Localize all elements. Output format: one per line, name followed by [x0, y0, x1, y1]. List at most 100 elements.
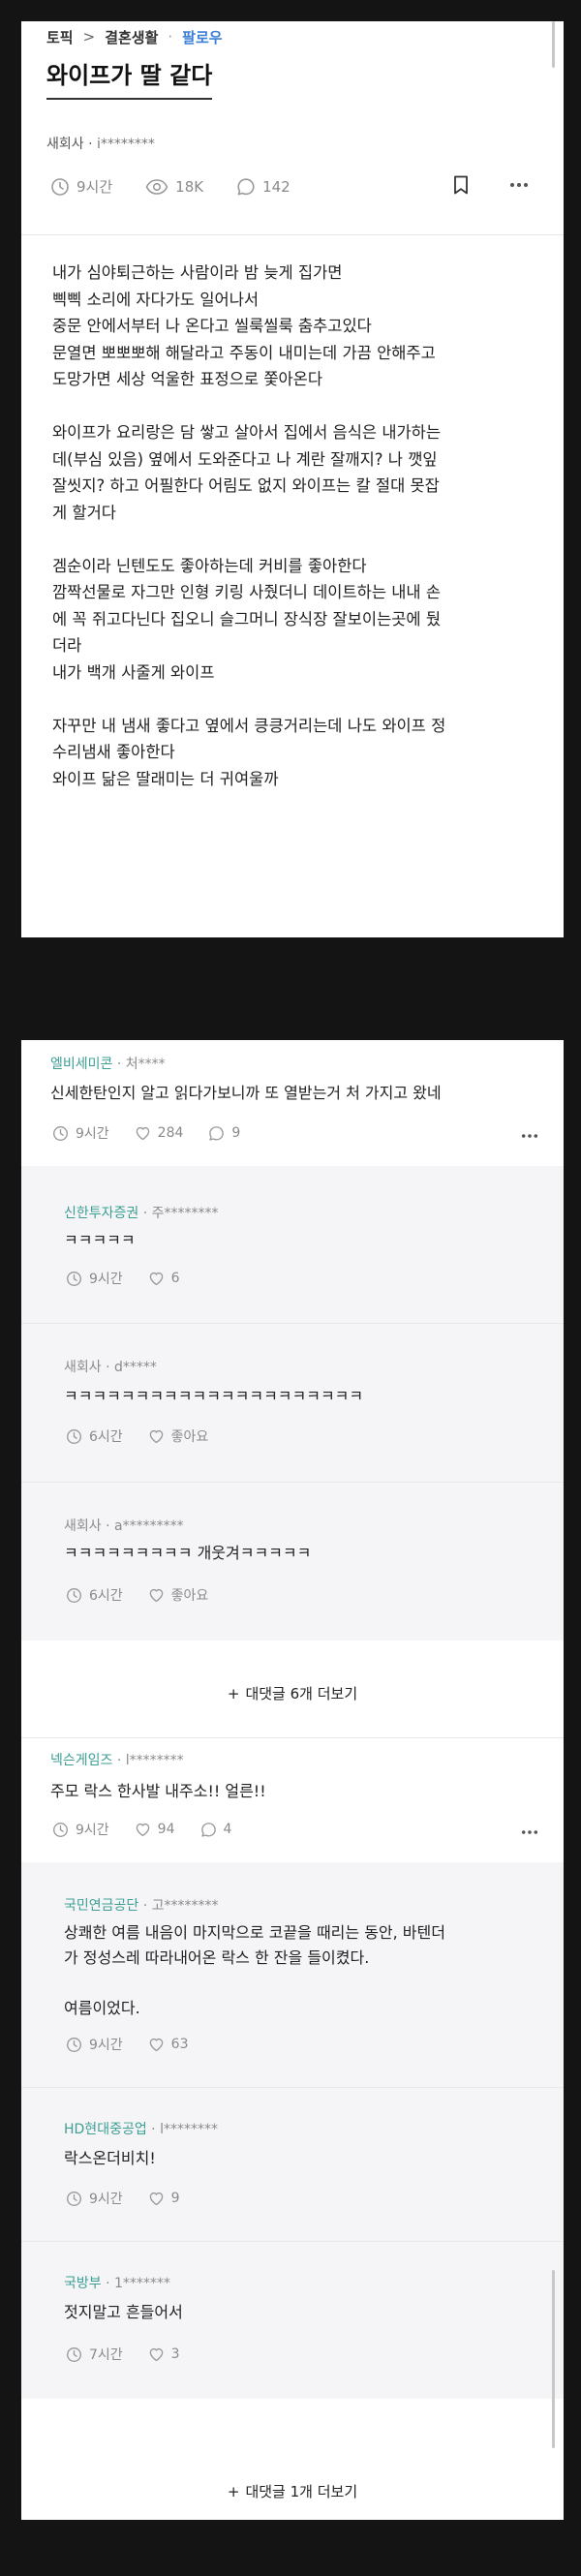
more-replies-label: 대댓글 1개 더보기	[245, 2483, 358, 2500]
comment-author[interactable]: 국방부 · 1*******	[64, 2273, 170, 2292]
post-comments[interactable]: 142	[236, 177, 290, 197]
post-line: 수리냄새 좋아한다	[52, 743, 175, 761]
comment-line: 신세한탄인지 알고 읽다가보니까 또 열받는거 처 가지고 왔네	[50, 1084, 442, 1102]
topic-link[interactable]: 토픽	[46, 27, 74, 47]
more-replies-button[interactable]: + 대댓글 1개 더보기	[21, 2481, 564, 2501]
clock-icon	[66, 2037, 82, 2053]
post-line: 중문 안에서부터 나 온다고 씰룩씰룩 춤추고있다	[52, 317, 372, 335]
like-button[interactable]: 좋아요	[148, 1585, 209, 1605]
comment-author[interactable]: 넥슨게임즈 · l********	[50, 1750, 184, 1769]
comment-author[interactable]: 새회사 · d*****	[64, 1357, 157, 1376]
reply-button[interactable]: 9	[208, 1125, 240, 1142]
comment-author[interactable]: 국민연금공단 · 고********	[64, 1895, 219, 1915]
post-paragraph: 내가 심야퇴근하는 사람이라 밤 늦게 집가면삑삑 소리에 자다가도 일어나서중…	[52, 260, 540, 393]
comment-company: 새회사	[64, 1360, 102, 1375]
scrollbar[interactable]	[552, 21, 555, 68]
comment-text: ㅋㅋㅋㅋㅋㅋㅋㅋㅋㅋㅋㅋㅋㅋㅋㅋㅋㅋㅋㅋㅋ	[64, 1384, 363, 1409]
post-line: 겜순이라 닌텐도도 좋아하는데 커비를 좋아한다	[52, 556, 367, 575]
comment-handle: a*********	[114, 1518, 184, 1534]
clock-icon	[50, 177, 70, 197]
post-line: 데(부심 있음) 옆에서 도와준다고 나 계란 잘깨지? 나 깻잎	[52, 449, 438, 469]
comment-line: 가 정성스레 따라내어온 락스 한 잔을 들이켰다.	[64, 1948, 370, 1967]
author-separator: ·	[151, 2122, 156, 2137]
comment-line: ㅋㅋㅋㅋㅋ	[64, 1231, 136, 1249]
post-paragraph: 자꾸만 내 냄새 좋다고 옆에서 킁킁거리는데 나도 와이프 정수리냄새 좋아한…	[52, 713, 540, 793]
comment-icon	[236, 177, 256, 197]
more-icon[interactable]	[509, 182, 529, 188]
like-button[interactable]: 6	[148, 1271, 180, 1287]
post-line: 잘씻지? 하고 어필한다 어림도 없지 와이프는 칼 절대 못잡	[52, 476, 440, 495]
comment-text: 상쾌한 여름 내음이 마지막으로 코끝을 때리는 동안, 바텐더 가 정성스레 …	[64, 1920, 445, 2021]
reply-comment: HD현대중공업 · l******** 락스온더비치! 9시간 9	[21, 2088, 564, 2241]
comment-time-value: 9시간	[89, 1272, 123, 1287]
clock-icon	[52, 1822, 69, 1838]
comment-company: 넥슨게임즈	[50, 1753, 113, 1768]
comment-text: ㅋㅋㅋㅋㅋㅋㅋㅋㅋ 개웃겨ㅋㅋㅋㅋㅋ	[64, 1541, 311, 1566]
comment-time-value: 9시간	[89, 2038, 123, 2053]
post-line: 내가 심야퇴근하는 사람이라 밤 늦게 집가면	[52, 263, 343, 282]
post-paragraph: 와이프가 요리랑은 담 쌓고 살아서 집에서 음식은 내가하는데(부심 있음) …	[52, 419, 540, 526]
comment-line: 젓지말고 흔들어서	[64, 2303, 183, 2321]
comment-meta: 6시간 좋아요	[66, 1585, 233, 1605]
clock-icon	[66, 1587, 82, 1604]
comment-text: ㅋㅋㅋㅋㅋ	[64, 1228, 136, 1253]
post-comments-value: 142	[262, 177, 290, 196]
comment-handle: l********	[125, 1753, 184, 1768]
comment-meta: 6시간 좋아요	[66, 1426, 233, 1446]
clock-icon	[66, 2346, 82, 2363]
bookmark-icon[interactable]	[453, 174, 469, 196]
comment-author[interactable]: 새회사 · a*********	[64, 1516, 184, 1535]
comment: 엘비세미콘 · 처**** 신세한탄인지 알고 읽다가보니까 또 열받는거 처 …	[21, 1040, 564, 1166]
like-label: 좋아요	[170, 1588, 209, 1604]
like-button[interactable]: 284	[135, 1125, 183, 1142]
comment-line: 상쾌한 여름 내음이 마지막으로 코끝을 때리는 동안, 바텐더	[64, 1923, 445, 1942]
comment-meta: 9시간 6	[66, 1269, 205, 1288]
post-author[interactable]: 새회사 · i********	[46, 134, 155, 153]
clock-icon	[52, 1125, 69, 1142]
like-button[interactable]: 94	[135, 1822, 175, 1838]
post-line: 삑삑 소리에 자다가도 일어나서	[52, 290, 260, 309]
reply-comment: 국방부 · 1******* 젓지말고 흔들어서 7시간 3	[21, 2242, 564, 2399]
like-count: 6	[170, 1271, 180, 1286]
breadcrumb-separator: >	[82, 28, 96, 46]
scrollbar[interactable]	[552, 2270, 555, 2448]
comment-meta: 7시간 3	[66, 2345, 205, 2364]
post-line: 와이프 닮은 딸래미는 더 귀여울까	[52, 769, 279, 788]
comment-icon	[200, 1822, 217, 1838]
plus-icon: +	[227, 2483, 240, 2500]
clock-icon	[66, 1271, 82, 1287]
reply-button[interactable]: 4	[200, 1822, 231, 1838]
comment-line: 여름이었다.	[64, 1999, 140, 2017]
post-line: 와이프가 요리랑은 담 쌓고 살아서 집에서 음식은 내가하는	[52, 423, 442, 442]
comment-author[interactable]: HD현대중공업 · l********	[64, 2119, 218, 2138]
comment-time: 9시간	[66, 2189, 123, 2208]
heart-icon	[135, 1125, 151, 1142]
comment-author[interactable]: 신한투자증권 · 주********	[64, 1203, 219, 1222]
more-icon[interactable]	[521, 1829, 538, 1835]
clock-icon	[66, 1428, 82, 1445]
comment-time-value: 9시간	[76, 1126, 109, 1142]
like-button[interactable]: 9	[148, 2191, 180, 2207]
post-line: 내가 백개 사줄게 와이프	[52, 662, 215, 682]
comment-line: 주모 락스 한사발 내주소!! 얼른!!	[50, 1782, 266, 1800]
reply-comment: 신한투자증권 · 주******** ㅋㅋㅋㅋㅋ 9시간 6	[21, 1166, 564, 1323]
heart-icon	[148, 2346, 165, 2363]
more-replies-button[interactable]: + 대댓글 6개 더보기	[21, 1683, 564, 1703]
post-line: 더라	[52, 636, 82, 655]
comment-meta: 9시간 9	[66, 2189, 205, 2208]
post-line: 도망가면 세상 억울한 표정으로 쫓아온다	[52, 370, 323, 388]
breadcrumb-dot: ·	[168, 28, 173, 46]
post-views-value: 18K	[175, 177, 204, 196]
category-link[interactable]: 결혼생활	[105, 27, 158, 47]
comment-author[interactable]: 엘비세미콘 · 처****	[50, 1054, 166, 1073]
more-icon[interactable]	[521, 1133, 538, 1139]
like-button[interactable]: 63	[148, 2037, 189, 2053]
post-line: 깜짝선물로 자그만 인형 키링 사줬더니 데이트하는 내내 손	[52, 583, 442, 601]
like-button[interactable]: 좋아요	[148, 1426, 208, 1446]
reply-comment: 새회사 · a********* ㅋㅋㅋㅋㅋㅋㅋㅋㅋ 개웃겨ㅋㅋㅋㅋㅋ 6시간 …	[21, 1483, 564, 1641]
like-button[interactable]: 3	[148, 2346, 180, 2363]
like-count: 94	[157, 1822, 175, 1837]
follow-button[interactable]: 팔로우	[182, 27, 222, 47]
author-separator: ·	[88, 137, 93, 152]
post-line: 자꾸만 내 냄새 좋다고 옆에서 킁킁거리는데 나도 와이프 정	[52, 716, 446, 735]
